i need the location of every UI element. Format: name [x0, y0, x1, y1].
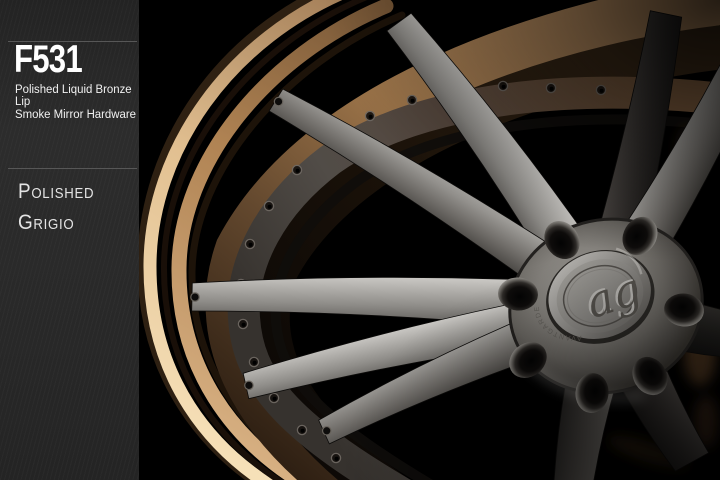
finish-line: Smoke Mirror Hardware	[15, 108, 136, 120]
colorway-initial: P	[18, 179, 31, 203]
finish-line: Lip	[15, 95, 136, 107]
colorway-initial: G	[18, 210, 33, 234]
colorway-rest: OLISHED	[31, 185, 94, 202]
colorway-word-grigio: GRIGIO	[18, 207, 94, 238]
colorway-rest: RIGIO	[33, 216, 74, 233]
product-card: ag ag AVANTGARDE F531 Polished Liquid Br…	[0, 0, 720, 480]
info-panel: F531 Polished Liquid Bronze Lip Smoke Mi…	[0, 0, 139, 480]
model-title: F531	[14, 41, 82, 79]
finish-line: Polished Liquid Bronze	[15, 83, 136, 95]
colorway-label: POLISHED GRIGIO	[18, 176, 94, 238]
colorway-word-polished: POLISHED	[18, 176, 94, 207]
finish-description: Polished Liquid Bronze Lip Smoke Mirror …	[15, 83, 136, 120]
divider-colorway	[8, 168, 137, 169]
